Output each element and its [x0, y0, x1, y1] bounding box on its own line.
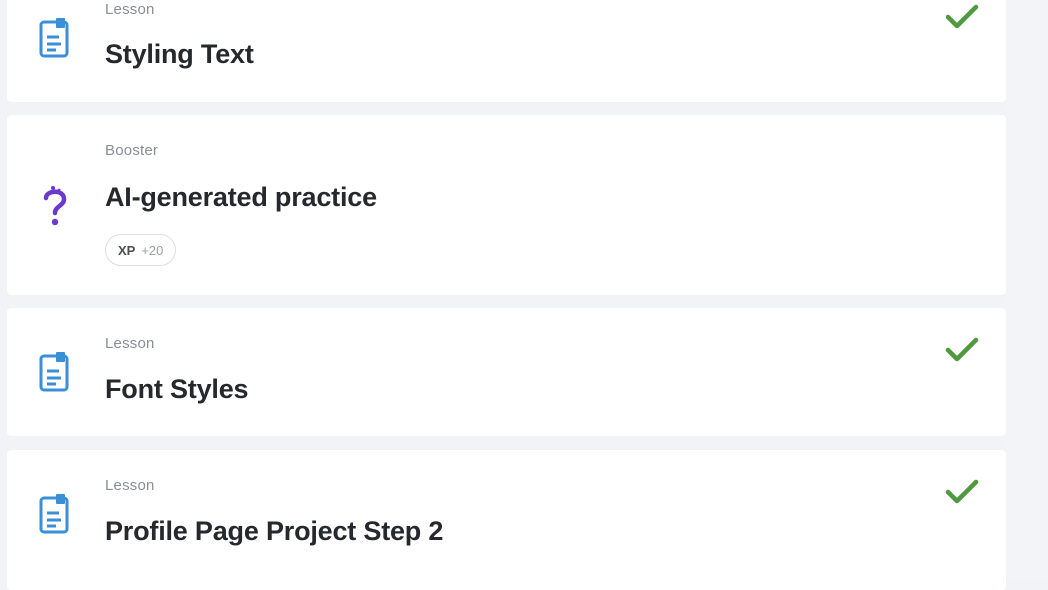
- lesson-document-icon: [37, 16, 73, 60]
- item-title: Profile Page Project Step 2: [105, 516, 444, 546]
- item-type-label: Lesson: [105, 335, 155, 352]
- course-item-profile-page-project-step-2[interactable]: Lesson Profile Page Project Step 2: [7, 450, 1006, 590]
- item-title: Font Styles: [105, 374, 249, 404]
- lesson-document-icon: [37, 492, 73, 536]
- course-item-ai-generated-practice[interactable]: Booster AI-generated practice XP +20: [7, 115, 1006, 295]
- xp-value: +20: [141, 242, 164, 258]
- course-item-styling-text[interactable]: Lesson Styling Text: [7, 0, 1006, 102]
- completed-check-icon: [943, 477, 981, 507]
- completed-check-icon: [943, 335, 981, 365]
- item-type-label: Lesson: [105, 477, 155, 494]
- item-type-label: Lesson: [105, 1, 155, 18]
- item-title: AI-generated practice: [105, 182, 377, 212]
- xp-badge: XP +20: [105, 234, 177, 266]
- course-item-font-styles[interactable]: Lesson Font Styles: [7, 308, 1006, 436]
- right-side-panel: [1006, 0, 1048, 578]
- question-mark-icon: [37, 185, 73, 229]
- xp-label: XP: [118, 242, 136, 258]
- completed-check-icon: [943, 2, 981, 32]
- item-title: Styling Text: [105, 39, 254, 69]
- lesson-document-icon: [37, 350, 73, 394]
- item-type-label: Booster: [105, 142, 159, 159]
